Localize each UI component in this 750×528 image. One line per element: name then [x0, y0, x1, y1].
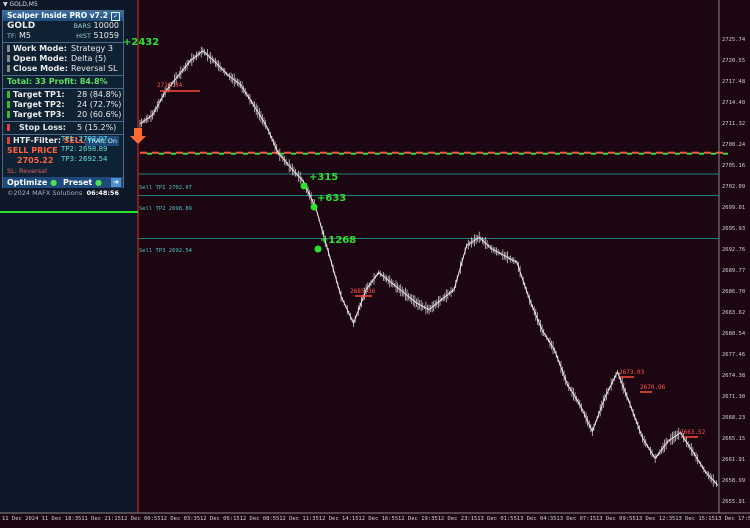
tp2-profit-label: +633 — [317, 193, 347, 204]
x-tick-label: 12 Dec 06:15 — [200, 516, 240, 522]
x-tick-label: 11 Dec 2024 — [2, 516, 39, 522]
bars-value: 10000 — [93, 21, 119, 30]
x-tick-label: 11 Dec 18:35 — [41, 516, 82, 522]
y-tick-label: 2689.77 — [722, 268, 746, 274]
x-tick-label: 12 Dec 11:35 — [279, 516, 319, 522]
y-tick-label: 2714.40 — [722, 100, 746, 106]
optimize-button[interactable]: Optimize ● — [7, 177, 57, 188]
y-tick-label: 2725.74 — [722, 37, 746, 43]
trading-chart-window: ▼ GOLD,M5 Scalper Inside PRO v7.2 ✓ GOLD… — [0, 0, 750, 528]
y-tick-label: 2680.54 — [722, 331, 746, 337]
y-tick-label: 2699.01 — [722, 205, 746, 211]
x-tick-label: 12 Dec 23:15 — [437, 516, 478, 522]
symbol-name: GOLD — [7, 21, 36, 31]
tp3-stats: 20 (60.6%) — [77, 110, 122, 119]
y-tick-label: 2692.76 — [722, 247, 746, 253]
tp1-label: Target TP1: — [13, 90, 65, 99]
y-tick-label: 2658.99 — [722, 478, 746, 484]
preset-button[interactable]: Preset ● — [63, 177, 102, 188]
previous-profit-label: +2432 — [123, 37, 160, 48]
sl-stats: 5 (15.2%) — [77, 123, 117, 132]
tp3-label: Target TP3: — [13, 110, 65, 119]
y-tick-label: 2695.93 — [722, 226, 746, 232]
y-tick-label: 2686.70 — [722, 289, 746, 295]
x-tick-label: 12 Dec 16:55 — [358, 516, 399, 522]
symbol-label: ▼ GOLD,M5 — [3, 1, 38, 8]
open-mode-label: Open Mode: — [13, 54, 68, 63]
bars-label: BARS — [73, 22, 91, 30]
htf-label: HTF-Filter: — [13, 136, 62, 145]
x-tick-label: 12 Dec 19:35 — [398, 516, 438, 522]
tp1-stats: 28 (84.8%) — [77, 90, 122, 99]
tp1-line-label: Sell TP1 2702.07 — [139, 185, 192, 191]
x-tick-label: 13 Dec 01:55 — [477, 516, 517, 522]
peak-label: 2670.96 — [640, 384, 666, 391]
tp2-label: Target TP2: — [13, 100, 65, 109]
y-tick-label: 2661.91 — [722, 457, 746, 463]
y-tick-label: 2674.38 — [722, 373, 746, 379]
y-tick-label: 2677.46 — [722, 352, 746, 358]
tp-hit-marker — [310, 203, 318, 211]
sl-label: Stop Loss: — [19, 123, 66, 132]
open-mode-value[interactable]: Delta (5) — [71, 54, 106, 63]
tp2-stats: 24 (72.7%) — [77, 100, 122, 109]
x-tick-label: 13 Dec 09:55 — [596, 516, 636, 522]
copyright: ©2024 MAFX Solutions — [7, 189, 83, 197]
y-tick-label: 2668.23 — [722, 415, 746, 421]
y-tick-label: 2708.24 — [722, 142, 746, 148]
tp3-price: TP3: 2692.54 — [61, 155, 108, 163]
sl-reversal: SL: Reversal — [7, 167, 47, 175]
tp-hit-marker — [300, 182, 308, 190]
x-tick-label: 11 Dec 21:15 — [81, 516, 121, 522]
tp2-line-label: Sell TP2 2698.89 — [139, 206, 192, 212]
work-mode-value[interactable]: Strategy 3 — [71, 44, 113, 53]
y-tick-label: 2705.16 — [722, 163, 746, 169]
x-tick-label: 12 Dec 03:35 — [160, 516, 201, 522]
minimize-checkbox[interactable]: ✓ — [111, 12, 120, 21]
y-tick-label: 2655.91 — [722, 499, 746, 505]
tp1-price: TP1: 2702.07 — [61, 135, 108, 143]
y-tick-label: 2702.09 — [722, 184, 746, 190]
tp2-price: TP2: 2698.89 — [61, 145, 108, 153]
y-tick-label: 2665.15 — [722, 436, 746, 442]
work-mode-label: Work Mode: — [13, 44, 67, 53]
x-tick-label: 13 Dec 04:35 — [516, 516, 557, 522]
tp1-profit-label: +315 — [309, 172, 339, 183]
tf-label: TF: — [7, 32, 17, 40]
hist-label: HIST — [76, 32, 91, 40]
tf-value: M5 — [18, 31, 31, 40]
y-tick-label: 2717.48 — [722, 79, 746, 85]
x-tick-label: 13 Dec 17:55 — [714, 516, 750, 522]
close-mode-label: Close Mode: — [13, 64, 68, 73]
y-tick-label: 2720.55 — [722, 58, 746, 64]
panel-title-bar[interactable]: Scalper Inside PRO v7.2 ✓ — [3, 11, 123, 21]
panel-buttons: Optimize ● Preset ● ➜ — [3, 177, 123, 188]
x-tick-label: 12 Dec 00:55 — [120, 516, 161, 522]
y-tick-label: 2671.30 — [722, 394, 746, 400]
x-tick-label: 13 Dec 07:15 — [556, 516, 597, 522]
y-tick-label: 2711.32 — [722, 121, 746, 127]
peak-label: 2663.52 — [680, 429, 706, 436]
arrow-right-icon[interactable]: ➜ — [111, 178, 121, 187]
y-tick-label: 2683.62 — [722, 310, 746, 316]
peak-label: 2716.34 — [157, 82, 183, 89]
tp3-line-label: Sell TP3 2692.54 — [139, 248, 192, 254]
x-tick-label: 13 Dec 15:15 — [675, 516, 715, 522]
tp3-profit-label: +1268 — [320, 235, 357, 246]
close-mode-value[interactable]: Reversal SL — [71, 64, 117, 73]
peak-label: 2685.36 — [350, 288, 376, 295]
timer: 06:48:56 — [86, 189, 119, 197]
hist-value: 51059 — [93, 31, 119, 40]
x-tick-label: 12 Dec 08:55 — [239, 516, 280, 522]
peak-label: 2673.03 — [619, 369, 645, 376]
tp-hit-marker — [314, 245, 322, 253]
x-tick-label: 12 Dec 14:15 — [318, 516, 359, 522]
indicator-panel: Scalper Inside PRO v7.2 ✓ GOLD BARS 1000… — [2, 10, 124, 197]
total-profit: Total: 33 Profit: 84.8% — [7, 77, 108, 86]
x-tick-label: 13 Dec 12:35 — [635, 516, 676, 522]
panel-title: Scalper Inside PRO v7.2 — [7, 11, 108, 20]
